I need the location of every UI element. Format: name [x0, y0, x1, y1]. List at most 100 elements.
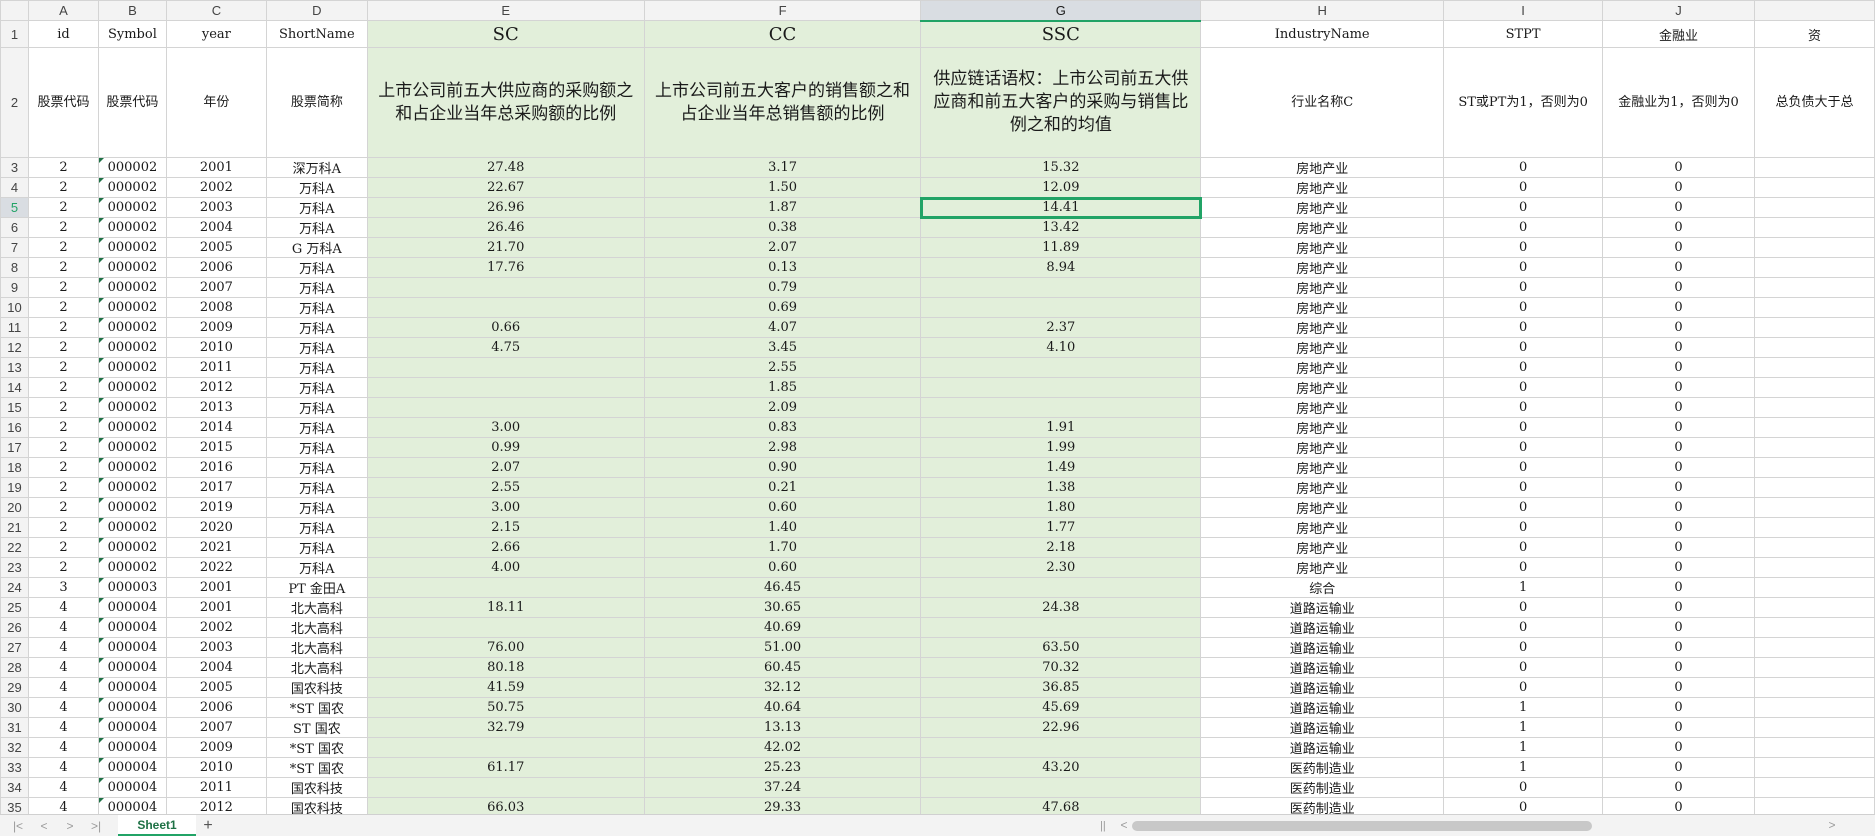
cell[interactable]: 房地产业 [1200, 417, 1445, 438]
cell[interactable]: 1 [1443, 697, 1604, 718]
cell[interactable]: 房地产业 [1200, 497, 1445, 518]
cell[interactable]: 0 [1602, 377, 1755, 398]
cell[interactable]: 万科A [265, 217, 368, 238]
cell[interactable]: 北大高科 [265, 657, 368, 678]
cell[interactable]: 0 [1602, 457, 1755, 478]
cell[interactable]: 综合 [1200, 577, 1445, 598]
cell[interactable]: 000002 [97, 437, 167, 458]
cell[interactable]: 万科A [265, 537, 368, 558]
cell[interactable]: 0.66 [366, 317, 645, 338]
cell[interactable]: 2010 [165, 337, 267, 358]
cell[interactable]: 万科A [265, 337, 368, 358]
cell[interactable]: 房地产业 [1200, 477, 1445, 498]
cell[interactable] [1753, 757, 1875, 778]
cell[interactable]: 4.75 [366, 337, 645, 358]
cell[interactable]: 万科A [265, 257, 368, 278]
cell[interactable]: 房地产业 [1200, 557, 1445, 578]
cell[interactable]: 2006 [165, 257, 267, 278]
row-header[interactable]: 3 [0, 157, 29, 178]
cell[interactable]: 000002 [97, 157, 167, 178]
cell[interactable] [1753, 677, 1875, 698]
first-sheet-icon[interactable]: |< [10, 818, 26, 834]
cell[interactable]: 4 [27, 777, 99, 798]
cell[interactable]: 国农科技 [265, 677, 368, 698]
cell[interactable]: 2003 [165, 637, 267, 658]
cell[interactable]: 2001 [165, 597, 267, 618]
cell[interactable]: 0 [1443, 437, 1604, 458]
cell[interactable]: 000004 [97, 717, 167, 738]
cell[interactable]: 70.32 [920, 657, 1202, 678]
cell[interactable] [1753, 477, 1875, 498]
cell[interactable]: 0 [1602, 477, 1755, 498]
cell[interactable]: 1 [1443, 717, 1604, 738]
cell[interactable] [366, 617, 645, 638]
cell[interactable]: 000004 [97, 597, 167, 618]
cell[interactable]: 万科A [265, 457, 368, 478]
cell[interactable] [1753, 797, 1875, 814]
cell[interactable] [920, 777, 1202, 798]
row-header[interactable]: 1 [0, 20, 29, 48]
cell[interactable]: 万科A [265, 317, 368, 338]
cell[interactable]: 32.12 [643, 677, 922, 698]
cell[interactable]: 2 [27, 397, 99, 418]
cell[interactable]: STPT [1443, 20, 1604, 48]
cell[interactable]: 2011 [165, 357, 267, 378]
cell[interactable]: 2 [27, 437, 99, 458]
cell[interactable]: 41.59 [366, 677, 645, 698]
cell[interactable]: 道路运输业 [1200, 697, 1445, 718]
cell[interactable]: CC [643, 20, 922, 48]
cell[interactable]: 000002 [97, 477, 167, 498]
cell[interactable]: *ST 国农 [265, 757, 368, 778]
row-header[interactable]: 29 [0, 677, 29, 698]
row-header[interactable]: 11 [0, 317, 29, 338]
cell[interactable]: 股票代码 [97, 47, 167, 158]
row-header[interactable]: 16 [0, 417, 29, 438]
row-header[interactable]: 6 [0, 217, 29, 238]
cell[interactable] [1753, 297, 1875, 318]
cell[interactable]: 2005 [165, 237, 267, 258]
column-header[interactable]: I [1443, 0, 1604, 21]
cell[interactable]: 1.50 [643, 177, 922, 198]
cell[interactable]: 22.96 [920, 717, 1202, 738]
cell[interactable]: 房地产业 [1200, 337, 1445, 358]
cell[interactable] [1753, 377, 1875, 398]
cell[interactable]: 房地产业 [1200, 517, 1445, 538]
cell[interactable]: 4 [27, 697, 99, 718]
cell[interactable]: 2 [27, 237, 99, 258]
cell[interactable]: 房地产业 [1200, 257, 1445, 278]
cell[interactable]: 0 [1602, 717, 1755, 738]
cell[interactable]: 0 [1602, 757, 1755, 778]
cell[interactable]: 1.49 [920, 457, 1202, 478]
cell[interactable]: 0 [1443, 177, 1604, 198]
cell[interactable]: 0 [1443, 477, 1604, 498]
cell[interactable]: 国农科技 [265, 777, 368, 798]
cell[interactable]: 万科A [265, 377, 368, 398]
cell[interactable]: 0 [1602, 797, 1755, 814]
row-header[interactable]: 12 [0, 337, 29, 358]
cell[interactable]: 2.55 [366, 477, 645, 498]
column-header[interactable]: J [1602, 0, 1755, 21]
cell[interactable]: 房地产业 [1200, 217, 1445, 238]
cell[interactable]: 房地产业 [1200, 297, 1445, 318]
cell[interactable]: 道路运输业 [1200, 677, 1445, 698]
cell[interactable]: 股票简称 [265, 47, 368, 158]
cell[interactable]: 2 [27, 217, 99, 238]
active-cell[interactable]: 14.41 [919, 196, 1202, 219]
cell[interactable]: 1.77 [920, 517, 1202, 538]
cell[interactable]: 3.45 [643, 337, 922, 358]
row-header[interactable]: 22 [0, 537, 29, 558]
cell[interactable]: 15.32 [920, 157, 1202, 178]
cell[interactable]: 2 [27, 477, 99, 498]
cell[interactable]: 万科A [265, 297, 368, 318]
cell[interactable] [1753, 437, 1875, 458]
scrollbar-thumb[interactable] [1132, 821, 1592, 831]
cell[interactable]: 0 [1443, 557, 1604, 578]
cell[interactable]: 2004 [165, 657, 267, 678]
cell[interactable]: 40.64 [643, 697, 922, 718]
cell[interactable]: 0 [1602, 157, 1755, 178]
cell[interactable]: 0 [1602, 737, 1755, 758]
cell[interactable]: 2012 [165, 377, 267, 398]
cell[interactable]: 0.60 [643, 557, 922, 578]
cell[interactable]: 4 [27, 657, 99, 678]
cell[interactable]: 2.18 [920, 537, 1202, 558]
